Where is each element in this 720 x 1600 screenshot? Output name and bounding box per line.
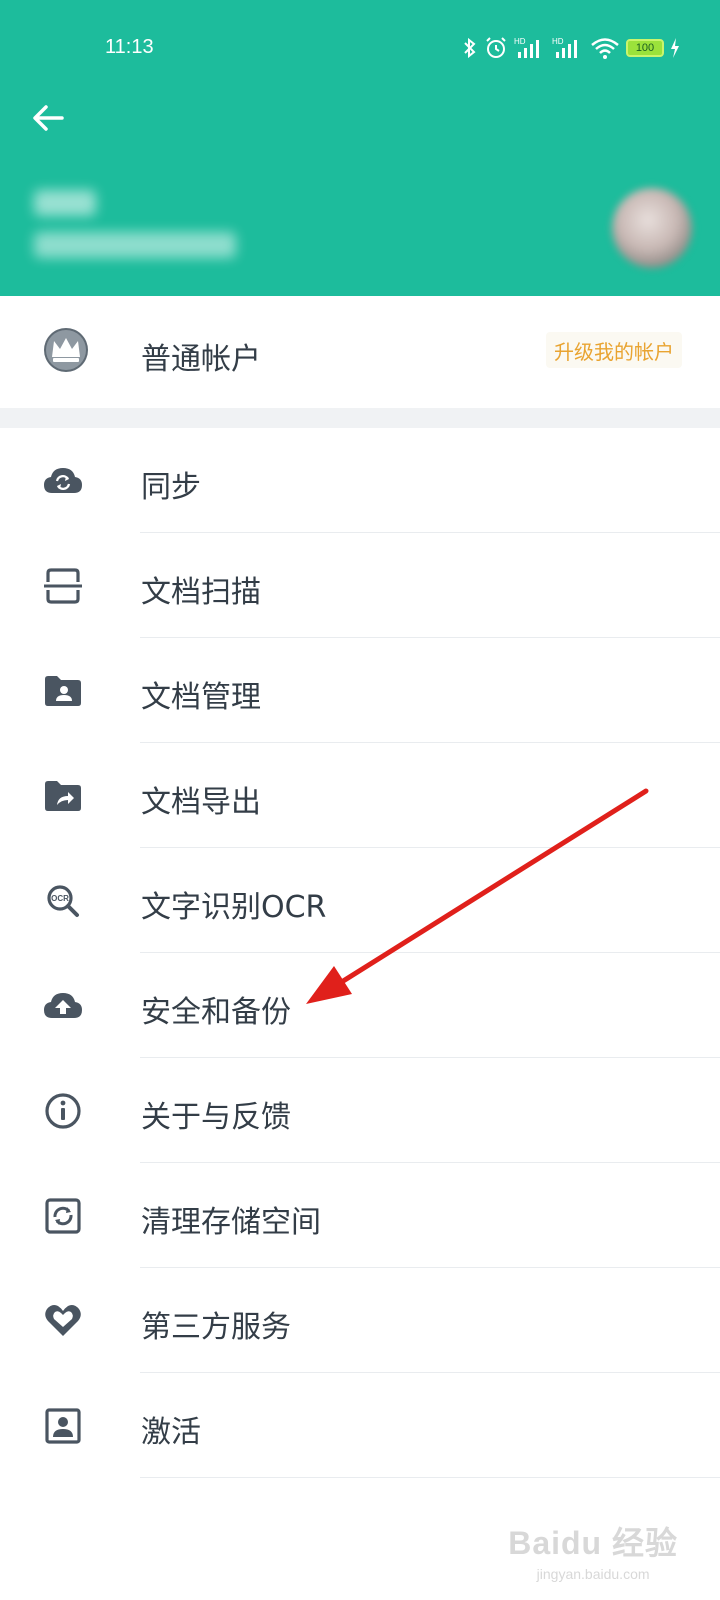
charging-icon (671, 38, 679, 58)
account-row[interactable]: 普通帐户 升级我的帐户 (0, 296, 720, 408)
battery-level: 100 (635, 41, 655, 54)
settings-menu: 同步 文档扫描 文档管理 文档导出 OCR 文字识别OCR 安全和备份 关于与反… (0, 428, 720, 1478)
status-icons: HD HD 100 (462, 34, 680, 62)
wifi-icon (591, 38, 619, 59)
menu-item-doc-export[interactable]: 文档导出 (0, 743, 720, 848)
menu-item-label: 清理存储空间 (141, 1205, 321, 1240)
user-id-blurred (34, 232, 236, 258)
cloud-upload-icon (44, 993, 82, 1018)
arrow-left-icon[interactable] (28, 98, 68, 138)
signal-hd-2-icon: HD (552, 37, 577, 58)
crown-icon (44, 328, 88, 372)
heart-icon (45, 1305, 81, 1336)
menu-item-label: 激活 (141, 1415, 201, 1450)
menu-item-about-feedback[interactable]: 关于与反馈 (0, 1058, 720, 1163)
menu-item-doc-management[interactable]: 文档管理 (0, 638, 720, 743)
menu-item-ocr[interactable]: OCR 文字识别OCR (0, 848, 720, 953)
menu-item-label: 文档导出 (141, 785, 261, 820)
menu-item-third-party[interactable]: 第三方服务 (0, 1268, 720, 1373)
menu-item-label: 文档管理 (141, 680, 261, 715)
menu-item-clean-storage[interactable]: 清理存储空间 (0, 1163, 720, 1268)
info-icon (45, 1093, 81, 1129)
menu-item-label: 文档扫描 (141, 575, 261, 610)
svg-text:HD: HD (552, 37, 564, 46)
battery-indicator: 100 (626, 39, 664, 57)
menu-item-label: 第三方服务 (141, 1310, 291, 1345)
person-card-icon (45, 1408, 81, 1444)
cloud-sync-icon (44, 468, 82, 493)
section-divider (0, 408, 720, 428)
menu-separator (140, 1477, 720, 1478)
alarm-icon (486, 37, 506, 58)
upgrade-account-button[interactable]: 升级我的帐户 (546, 332, 682, 368)
avatar[interactable] (612, 188, 692, 268)
status-bar: 11:13 HD HD 100 (0, 0, 720, 96)
watermark-sub: jingyan.baidu.com (536, 1566, 650, 1582)
menu-item-label: 关于与反馈 (141, 1100, 291, 1135)
scan-icon (44, 568, 82, 604)
profile-header: 11:13 HD HD 100 (0, 0, 720, 296)
svg-text:HD: HD (514, 37, 526, 46)
bluetooth-icon (464, 37, 476, 59)
folder-user-icon (45, 676, 81, 706)
account-type-label: 普通帐户 (141, 342, 261, 377)
menu-item-scan[interactable]: 文档扫描 (0, 533, 720, 638)
menu-item-label: 文字识别OCR (141, 890, 327, 925)
menu-item-security-backup[interactable]: 安全和备份 (0, 953, 720, 1058)
user-name-blurred (34, 190, 96, 216)
menu-item-label: 安全和备份 (141, 995, 291, 1030)
menu-item-label: 同步 (141, 470, 201, 505)
menu-item-activate[interactable]: 激活 (0, 1373, 720, 1478)
clean-storage-icon (45, 1198, 81, 1234)
watermark-main: Baidu 经验 (508, 1525, 678, 1561)
status-time: 11:13 (105, 36, 154, 58)
watermark: Baidu 经验 jingyan.baidu.com (508, 1518, 678, 1582)
svg-text:OCR: OCR (51, 894, 69, 903)
folder-share-icon (45, 781, 81, 811)
menu-item-sync[interactable]: 同步 (0, 428, 720, 533)
ocr-search-icon: OCR (47, 885, 79, 917)
signal-hd-1-icon: HD (514, 37, 539, 58)
